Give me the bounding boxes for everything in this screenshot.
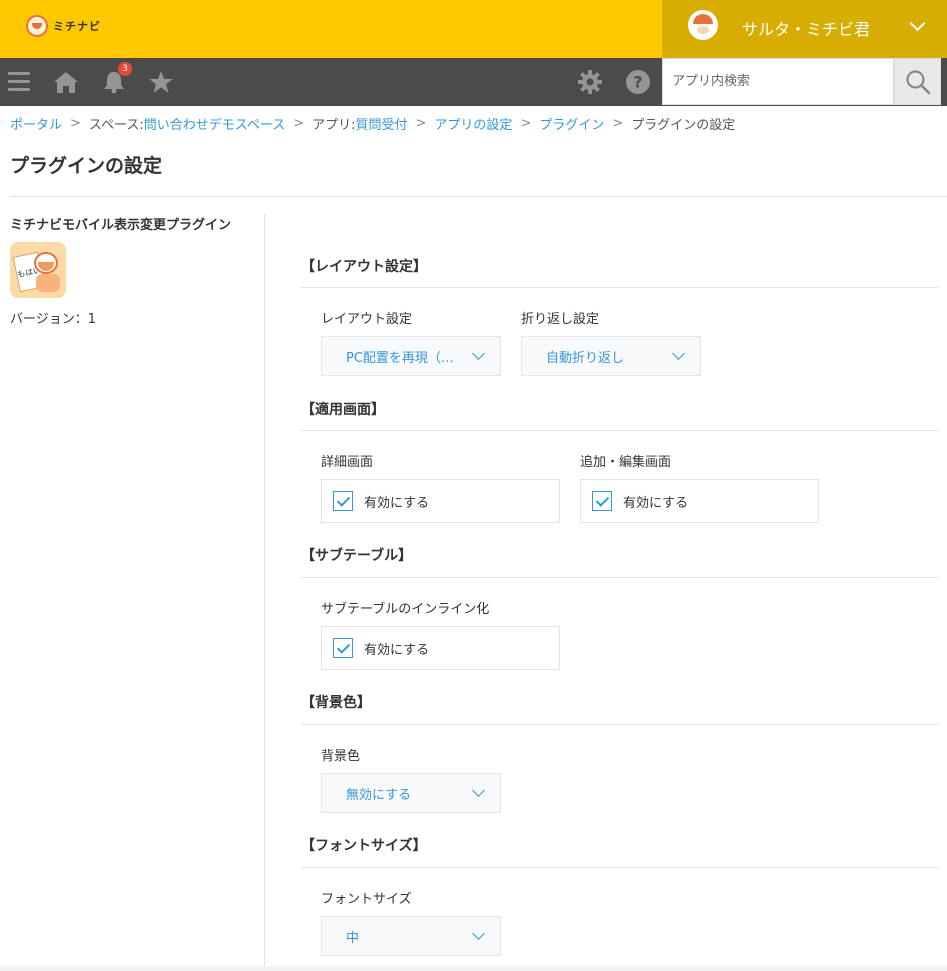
search-input[interactable] bbox=[663, 59, 893, 104]
user-menu[interactable]: サルタ・ミチビ君 bbox=[662, 0, 947, 58]
breadcrumb-separator: > bbox=[612, 116, 624, 131]
search-button[interactable] bbox=[894, 58, 941, 105]
section-divider bbox=[301, 867, 938, 868]
section-title-font: 【フォントサイズ】 bbox=[301, 838, 427, 854]
help-icon[interactable]: ? bbox=[625, 70, 651, 94]
logo-text: ミチナビ bbox=[53, 20, 101, 33]
section-divider bbox=[301, 430, 938, 431]
section-title-layout: 【レイアウト設定】 bbox=[301, 259, 427, 275]
breadcrumb-plugins[interactable]: プラグイン bbox=[539, 114, 604, 133]
divider bbox=[10, 196, 947, 197]
detail-screen-label: 詳細画面 bbox=[321, 455, 374, 470]
page-footer-edge bbox=[0, 966, 947, 971]
check-icon[interactable] bbox=[333, 638, 353, 658]
layout-select[interactable]: PC配置を再現（… bbox=[321, 336, 501, 376]
chevron-down-icon bbox=[909, 15, 926, 32]
wrap-select[interactable]: 自動折り返し bbox=[521, 336, 701, 376]
edit-screen-label: 追加・編集画面 bbox=[580, 455, 672, 470]
chevron-down-icon bbox=[472, 347, 485, 360]
breadcrumb: ポータル > スペース: 問い合わせデモスペース > アプリ: 質問受付 > ア… bbox=[10, 114, 735, 133]
svg-text:?: ? bbox=[633, 73, 642, 92]
plugin-icon: もはい bbox=[10, 242, 66, 298]
top-header: ミチナビ サルタ・ミチビ君 bbox=[0, 0, 947, 58]
gear-icon[interactable] bbox=[577, 70, 603, 94]
chevron-down-icon bbox=[472, 927, 485, 940]
breadcrumb-space-prefix: スペース: bbox=[88, 118, 144, 133]
bell-icon[interactable]: 3 bbox=[101, 62, 132, 94]
background-select[interactable]: 無効にする bbox=[321, 773, 501, 813]
nav-edge bbox=[941, 58, 947, 106]
app-search-field[interactable] bbox=[662, 58, 894, 105]
breadcrumb-app[interactable]: 質問受付 bbox=[356, 114, 408, 133]
search-icon bbox=[905, 69, 930, 94]
section-divider bbox=[301, 724, 938, 725]
breadcrumb-separator: > bbox=[520, 116, 532, 131]
home-icon[interactable] bbox=[53, 70, 79, 94]
font-size-label: フォントサイズ bbox=[321, 892, 412, 907]
check-icon[interactable] bbox=[333, 491, 353, 511]
breadcrumb-space[interactable]: 問い合わせデモスペース bbox=[144, 114, 285, 133]
global-nav: 3 ? bbox=[0, 58, 947, 106]
section-title-background: 【背景色】 bbox=[301, 695, 371, 711]
breadcrumb-separator: > bbox=[70, 116, 81, 131]
star-icon[interactable] bbox=[148, 70, 174, 94]
wrap-label: 折り返し設定 bbox=[521, 312, 600, 327]
subtable-inline-checkbox[interactable]: 有効にする bbox=[321, 626, 560, 670]
edit-screen-checkbox-label: 有効にする bbox=[623, 495, 689, 511]
breadcrumb-separator: > bbox=[415, 116, 427, 131]
plugin-version: バージョン：1 bbox=[10, 312, 97, 327]
detail-screen-checkbox[interactable]: 有効にする bbox=[321, 479, 560, 523]
section-divider bbox=[301, 577, 938, 578]
check-icon[interactable] bbox=[592, 491, 612, 511]
chevron-down-icon bbox=[672, 347, 685, 360]
font-size-select-value: 中 bbox=[346, 930, 360, 946]
background-label: 背景色 bbox=[321, 749, 361, 764]
breadcrumb-app-settings[interactable]: アプリの設定 bbox=[434, 114, 512, 133]
layout-select-value: PC配置を再現（… bbox=[346, 350, 454, 366]
background-select-value: 無効にする bbox=[346, 787, 412, 803]
menu-icon[interactable] bbox=[6, 70, 32, 94]
logo[interactable]: ミチナビ bbox=[26, 13, 101, 39]
section-divider bbox=[301, 287, 938, 288]
breadcrumb-current: プラグインの設定 bbox=[631, 118, 736, 133]
plugin-name: ミチナビモバイル表示変更プラグイン bbox=[10, 218, 232, 233]
page-title: プラグインの設定 bbox=[10, 155, 163, 177]
edit-screen-checkbox[interactable]: 有効にする bbox=[580, 479, 819, 523]
user-name: サルタ・ミチビ君 bbox=[742, 20, 871, 39]
avatar bbox=[688, 10, 718, 40]
section-title-screens: 【適用画面】 bbox=[301, 402, 385, 418]
subtable-inline-checkbox-label: 有効にする bbox=[364, 642, 430, 658]
column-divider bbox=[264, 214, 265, 966]
detail-screen-checkbox-label: 有効にする bbox=[364, 495, 430, 511]
breadcrumb-separator: > bbox=[293, 116, 305, 131]
logo-icon bbox=[26, 15, 48, 37]
breadcrumb-portal[interactable]: ポータル bbox=[10, 114, 62, 133]
section-title-subtable: 【サブテーブル】 bbox=[301, 548, 413, 564]
notification-badge: 3 bbox=[118, 62, 132, 76]
wrap-select-value: 自動折り返し bbox=[546, 350, 625, 366]
subtable-inline-label: サブテーブルのインライン化 bbox=[321, 602, 490, 617]
layout-label: レイアウト設定 bbox=[321, 312, 413, 327]
breadcrumb-app-prefix: アプリ: bbox=[312, 118, 356, 133]
font-size-select[interactable]: 中 bbox=[321, 916, 501, 956]
chevron-down-icon bbox=[472, 784, 485, 797]
